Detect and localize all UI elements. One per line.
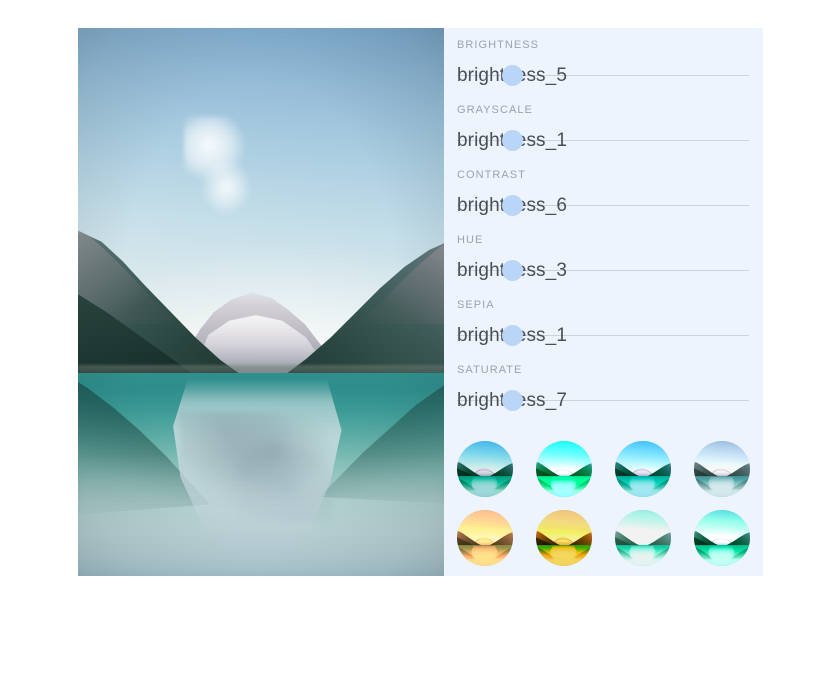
preset-thumbnail-2[interactable] xyxy=(536,441,592,497)
slider-track[interactable] xyxy=(457,75,749,76)
preset-photo xyxy=(536,441,592,497)
preset-thumbnail-4[interactable] xyxy=(694,441,750,497)
controls-list: BRIGHTNESS brightness_5 GRAYSCALE bright… xyxy=(457,38,750,568)
preset-photo xyxy=(694,510,750,566)
photo-filter-editor-app: BRIGHTNESS brightness_5 GRAYSCALE bright… xyxy=(0,0,840,681)
preset-thumbnails xyxy=(457,441,750,579)
slider-track[interactable] xyxy=(457,140,749,141)
editor-container: BRIGHTNESS brightness_5 GRAYSCALE bright… xyxy=(78,28,763,576)
slider-track[interactable] xyxy=(457,270,749,271)
preset-row-1 xyxy=(457,441,750,497)
filter-label-contrast: CONTRAST xyxy=(457,169,526,181)
preset-photo xyxy=(457,441,513,497)
photo-grain xyxy=(78,28,444,576)
filter-slider-saturate[interactable]: brightness_7 xyxy=(457,377,749,428)
slider-track[interactable] xyxy=(457,335,749,336)
controls-panel: BRIGHTNESS brightness_5 GRAYSCALE bright… xyxy=(444,28,763,576)
filter-label-brightness: BRIGHTNESS xyxy=(457,39,540,51)
slider-thumb-contrast[interactable] xyxy=(501,195,523,216)
slider-thumb-sepia[interactable] xyxy=(501,325,523,346)
filter-slider-contrast[interactable]: brightness_6 xyxy=(457,182,749,233)
slider-track[interactable] xyxy=(457,205,749,206)
filter-label-hue: HUE xyxy=(457,234,484,246)
filter-slider-hue[interactable]: brightness_3 xyxy=(457,247,749,298)
filter-slider-grayscale[interactable]: brightness_1 xyxy=(457,117,749,168)
preset-thumbnail-3[interactable] xyxy=(615,441,671,497)
filter-label-sepia: SEPIA xyxy=(457,299,495,311)
preset-thumbnail-1[interactable] xyxy=(457,441,513,497)
preset-photo xyxy=(615,441,671,497)
preset-thumbnail-6[interactable] xyxy=(536,510,592,566)
slider-thumb-grayscale[interactable] xyxy=(501,130,523,151)
slider-thumb-saturate[interactable] xyxy=(501,390,523,411)
preset-photo xyxy=(536,510,592,566)
preview-photo xyxy=(78,28,444,576)
filter-label-grayscale: GRAYSCALE xyxy=(457,104,533,116)
slider-track[interactable] xyxy=(457,400,749,401)
slider-thumb-hue[interactable] xyxy=(501,260,523,281)
preset-photo xyxy=(694,441,750,497)
filter-slider-brightness[interactable]: brightness_5 xyxy=(457,52,749,103)
filter-label-saturate: SATURATE xyxy=(457,364,523,376)
preset-thumbnail-7[interactable] xyxy=(615,510,671,566)
image-preview[interactable] xyxy=(78,28,444,576)
preset-photo xyxy=(615,510,671,566)
preset-thumbnail-5[interactable] xyxy=(457,510,513,566)
preset-thumbnail-8[interactable] xyxy=(694,510,750,566)
preset-row-2 xyxy=(457,510,750,566)
filter-slider-sepia[interactable]: brightness_1 xyxy=(457,312,749,363)
slider-thumb-brightness[interactable] xyxy=(501,65,523,86)
preset-photo xyxy=(457,510,513,566)
